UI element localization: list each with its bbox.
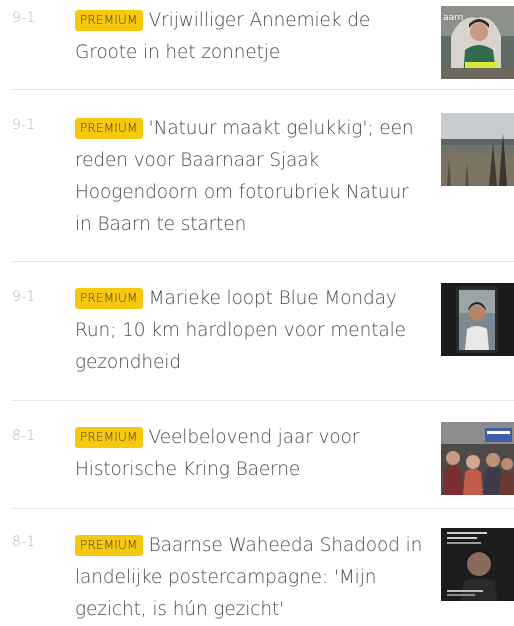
article-title[interactable]: PREMIUM Veelbelovend jaar voor Historisch…	[75, 422, 425, 486]
divider	[12, 261, 514, 262]
thumbnail-image	[441, 113, 514, 186]
article-date: 8-1	[12, 534, 36, 550]
thumbnail-sign-text: aarn	[443, 13, 463, 23]
article-date: 8-1	[12, 428, 36, 444]
article-list: 9-1 PREMIUM Vrijwilliger Annemiek de Groo…	[0, 0, 514, 620]
thumbnail-image	[441, 283, 514, 356]
article-date: 9-1	[12, 289, 36, 305]
article-item[interactable]: 8-1 PREMIUM Veelbelovend jaar voor Histor…	[0, 402, 514, 509]
premium-badge: PREMIUM	[75, 535, 143, 556]
thumbnail-image	[441, 528, 514, 601]
article-item[interactable]: 9-1 PREMIUM Marieke loopt Blue Monday Run…	[0, 263, 514, 401]
divider	[12, 508, 514, 509]
article-item[interactable]: 9-1 PREMIUM Vrijwilliger Annemiek de Groo…	[0, 0, 514, 90]
premium-badge: PREMIUM	[75, 288, 143, 309]
article-title[interactable]: PREMIUM 'Natuur maakt gelukkig'; een rede…	[75, 113, 425, 241]
article-thumbnail[interactable]: aarn	[441, 6, 514, 79]
article-thumbnail[interactable]	[441, 283, 514, 356]
article-thumbnail[interactable]	[441, 113, 514, 186]
article-title[interactable]: PREMIUM Baarnse Waheeda Shadood in landel…	[75, 530, 425, 626]
article-item[interactable]: 9-1 PREMIUM 'Natuur maakt gelukkig'; een …	[0, 91, 514, 262]
article-title[interactable]: PREMIUM Marieke loopt Blue Monday Run; 10…	[75, 283, 425, 379]
article-item[interactable]: 8-1 PREMIUM Baarnse Waheeda Shadood in la…	[0, 510, 514, 620]
article-date: 9-1	[12, 10, 36, 26]
thumbnail-image	[441, 422, 514, 495]
article-title[interactable]: PREMIUM Vrijwilliger Annemiek de Groote i…	[75, 5, 425, 69]
premium-badge: PREMIUM	[75, 427, 143, 448]
divider	[12, 400, 514, 401]
article-date: 9-1	[12, 117, 36, 133]
article-thumbnail[interactable]	[441, 422, 514, 495]
premium-badge: PREMIUM	[75, 10, 143, 31]
article-thumbnail[interactable]	[441, 528, 514, 601]
divider	[12, 89, 514, 90]
thumbnail-image: aarn	[441, 6, 514, 79]
premium-badge: PREMIUM	[75, 118, 143, 139]
